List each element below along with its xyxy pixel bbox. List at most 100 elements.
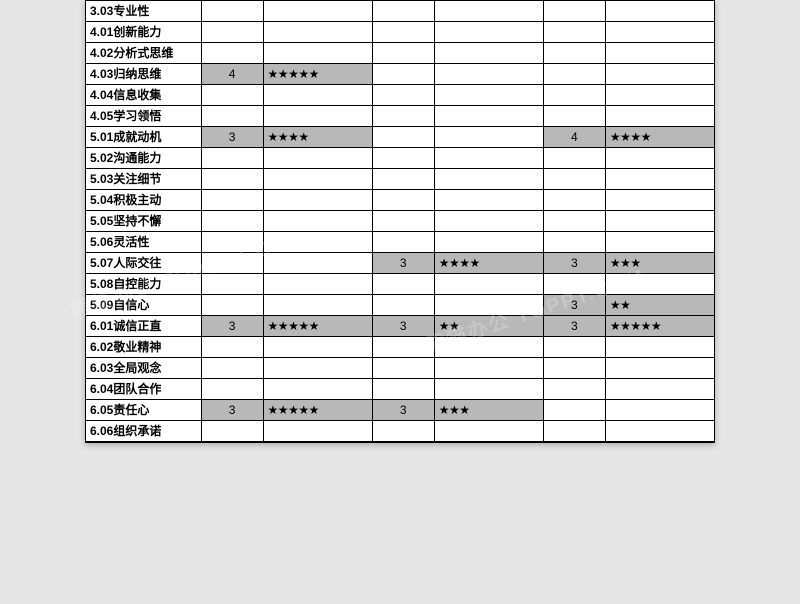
rating-stars: [434, 127, 543, 148]
rating-number: [543, 379, 605, 400]
table-row: 5.09自信心3★★: [86, 295, 715, 316]
rating-stars: [605, 232, 714, 253]
rating-stars: [434, 421, 543, 442]
table-row: 6.06组织承诺: [86, 421, 715, 442]
table-row: 4.05学习领悟: [86, 106, 715, 127]
rating-number: [201, 358, 263, 379]
rating-number: [372, 169, 434, 190]
rating-stars: [605, 379, 714, 400]
row-label: 4.02分析式思维: [86, 43, 202, 64]
rating-number: [372, 295, 434, 316]
row-label: 5.01成就动机: [86, 127, 202, 148]
rating-stars: [605, 43, 714, 64]
rating-stars: [263, 148, 372, 169]
rating-stars: [263, 421, 372, 442]
table: 3.03专业性4.01创新能力4.02分析式思维4.03归纳思维4★★★★★4.…: [85, 0, 715, 442]
table-row: 6.01诚信正直3★★★★★3★★3★★★★★: [86, 316, 715, 337]
row-label: 6.01诚信正直: [86, 316, 202, 337]
rating-number: [372, 232, 434, 253]
rating-stars: [434, 169, 543, 190]
row-label: 5.06灵活性: [86, 232, 202, 253]
table-row: 4.01创新能力: [86, 22, 715, 43]
table-row: 5.02沟通能力: [86, 148, 715, 169]
rating-stars: [605, 169, 714, 190]
rating-number: [201, 232, 263, 253]
rating-number: 4: [543, 127, 605, 148]
rating-number: 3: [201, 316, 263, 337]
row-label: 4.01创新能力: [86, 22, 202, 43]
rating-number: [543, 1, 605, 22]
rating-number: 3: [543, 295, 605, 316]
rating-number: 3: [201, 400, 263, 421]
rating-number: [372, 358, 434, 379]
table-row: 6.02敬业精神: [86, 337, 715, 358]
rating-stars: [605, 274, 714, 295]
rating-number: 3: [372, 400, 434, 421]
rating-number: [372, 190, 434, 211]
rating-stars: [434, 148, 543, 169]
row-label: 3.03专业性: [86, 1, 202, 22]
rating-number: [543, 169, 605, 190]
rating-stars: [263, 232, 372, 253]
rating-stars: ★★★★: [263, 127, 372, 148]
rating-number: 3: [543, 253, 605, 274]
rating-number: [372, 211, 434, 232]
rating-number: [201, 85, 263, 106]
rating-stars: ★★: [434, 316, 543, 337]
rating-number: [372, 337, 434, 358]
rating-number: [543, 106, 605, 127]
rating-stars: ★★★★★: [263, 316, 372, 337]
rating-number: [201, 211, 263, 232]
rating-number: [201, 190, 263, 211]
rating-stars: [605, 211, 714, 232]
rating-number: [543, 22, 605, 43]
rating-stars: [605, 337, 714, 358]
rating-stars: [434, 64, 543, 85]
rating-stars: [263, 211, 372, 232]
table-row: 6.04团队合作: [86, 379, 715, 400]
rating-number: [201, 274, 263, 295]
rating-stars: [263, 379, 372, 400]
rating-number: [372, 43, 434, 64]
rating-stars: [434, 379, 543, 400]
rating-number: [543, 43, 605, 64]
rating-number: [372, 127, 434, 148]
table-row: 4.04信息收集: [86, 85, 715, 106]
rating-stars: [605, 106, 714, 127]
rating-stars: ★★★★: [605, 127, 714, 148]
rating-stars: [263, 22, 372, 43]
rating-stars: ★★★★★: [263, 400, 372, 421]
rating-stars: [605, 1, 714, 22]
rating-number: [543, 85, 605, 106]
rating-stars: [434, 43, 543, 64]
rating-number: [372, 274, 434, 295]
rating-stars: ★★★: [434, 400, 543, 421]
rating-stars: [605, 421, 714, 442]
rating-stars: [605, 64, 714, 85]
rating-stars: ★★★: [605, 253, 714, 274]
rating-number: [543, 400, 605, 421]
row-label: 5.08自控能力: [86, 274, 202, 295]
rating-stars: [434, 295, 543, 316]
rating-stars: [434, 274, 543, 295]
rating-number: [543, 232, 605, 253]
rating-number: [201, 148, 263, 169]
rating-number: [201, 253, 263, 274]
row-label: 6.03全局观念: [86, 358, 202, 379]
rating-stars: ★★★★★: [605, 316, 714, 337]
rating-number: [372, 64, 434, 85]
rating-stars: [263, 106, 372, 127]
rating-stars: [263, 274, 372, 295]
rating-number: [372, 85, 434, 106]
row-label: 4.05学习领悟: [86, 106, 202, 127]
table-row: 5.08自控能力: [86, 274, 715, 295]
rating-number: 4: [201, 64, 263, 85]
row-label: 6.04团队合作: [86, 379, 202, 400]
rating-number: [543, 211, 605, 232]
rating-number: 3: [201, 127, 263, 148]
row-label: 5.02沟通能力: [86, 148, 202, 169]
table-row: 6.05责任心3★★★★★3★★★: [86, 400, 715, 421]
row-label: 5.04积极主动: [86, 190, 202, 211]
table-row: 5.07人际交往3★★★★3★★★: [86, 253, 715, 274]
rating-stars: [605, 400, 714, 421]
